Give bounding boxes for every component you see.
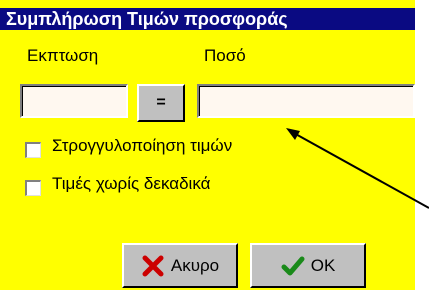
pointer-arrow-icon <box>286 128 429 209</box>
